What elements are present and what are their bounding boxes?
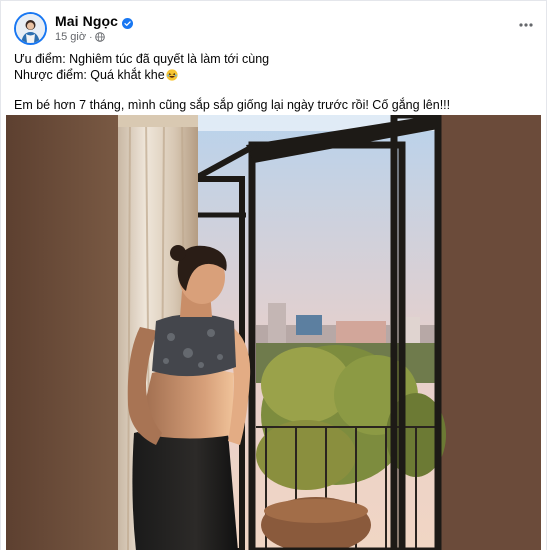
post-photo[interactable] <box>6 115 541 550</box>
author-name[interactable]: Mai Ngọc <box>55 13 118 29</box>
post-header: Mai Ngọc 15 giờ · <box>1 1 547 49</box>
more-horizontal-icon <box>519 23 533 27</box>
post-meta: 15 giờ · <box>55 31 106 43</box>
post-line: Nhược điểm: Quá khắt khe <box>14 68 534 84</box>
laughing-face-icon <box>166 68 178 81</box>
globe-icon[interactable] <box>95 32 106 42</box>
verified-badge-icon <box>122 16 134 29</box>
meta-separator: · <box>89 31 93 43</box>
more-options-button[interactable] <box>516 15 536 35</box>
post-card: Mai Ngọc 15 giờ · Ưu điểm: Nghiêm túc đã… <box>0 0 547 550</box>
author-avatar[interactable] <box>14 12 47 45</box>
author-row: Mai Ngọc <box>55 13 134 29</box>
post-line: Ưu điểm: Nghiêm túc đã quyết là làm tới … <box>14 52 270 66</box>
post-line: Em bé hơn 7 tháng, mình cũng sắp sắp giố… <box>14 98 451 112</box>
post-text: Ưu điểm: Nghiêm túc đã quyết là làm tới … <box>14 52 534 114</box>
post-timestamp[interactable]: 15 giờ <box>55 31 86 43</box>
